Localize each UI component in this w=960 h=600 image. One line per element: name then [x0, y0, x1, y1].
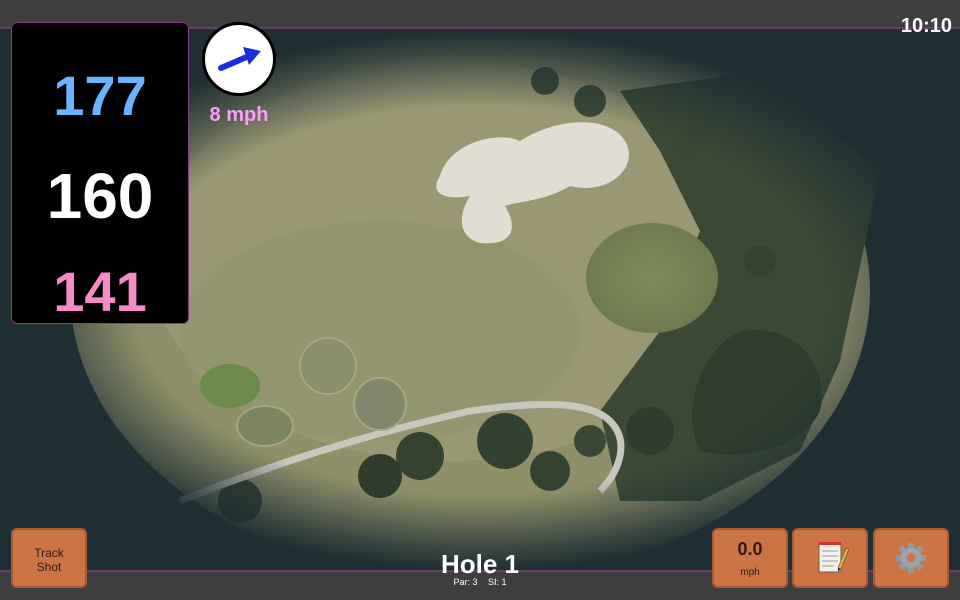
speed-unit: mph	[740, 567, 760, 578]
notes-button[interactable]	[792, 528, 868, 588]
track-shot-label-line2: Shot	[36, 560, 62, 574]
settings-button[interactable]	[873, 528, 949, 588]
distance-back: 177	[53, 64, 147, 127]
speed-value: 0.0	[737, 539, 763, 559]
wind-speed: 8 mph	[209, 104, 269, 126]
hole-info: Par: 3 SI: 1	[380, 577, 580, 587]
hole-par: Par: 3	[453, 577, 478, 587]
wind-direction-indicator	[202, 22, 276, 96]
distance-middle: 160	[46, 160, 154, 232]
hole-title: Hole 1	[440, 549, 520, 579]
track-shot-label-line1: Track	[34, 546, 64, 560]
speed-button[interactable]: 0.0 mph	[712, 528, 788, 588]
hole-stroke-index: SI: 1	[488, 577, 507, 587]
notepad-icon	[818, 542, 850, 573]
distance-panel: 177 160 141	[11, 22, 189, 324]
wind-arrow-icon	[218, 47, 261, 71]
golf-gps-app: 10:10 177 160 141 8 mph Track Shot Hole …	[0, 0, 960, 600]
distance-front: 141	[53, 260, 147, 323]
track-shot-button[interactable]: Track Shot	[11, 528, 87, 588]
clock: 10:10	[900, 15, 952, 37]
gear-icon	[896, 543, 926, 573]
